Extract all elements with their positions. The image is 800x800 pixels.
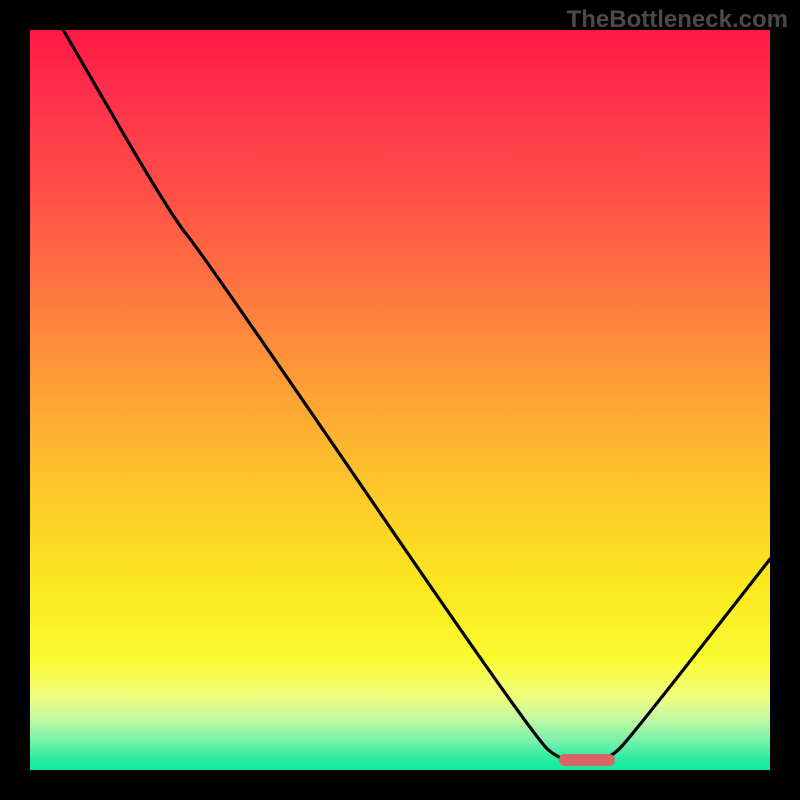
chart-frame: TheBottleneck.com (0, 0, 800, 800)
bottleneck-curve (30, 30, 770, 770)
optimal-marker (559, 754, 615, 766)
axis-border-left (0, 0, 30, 800)
axis-border-right (770, 0, 800, 800)
watermark-text: TheBottleneck.com (567, 6, 788, 34)
axis-border-bottom (0, 770, 800, 800)
plot-area (30, 30, 770, 770)
